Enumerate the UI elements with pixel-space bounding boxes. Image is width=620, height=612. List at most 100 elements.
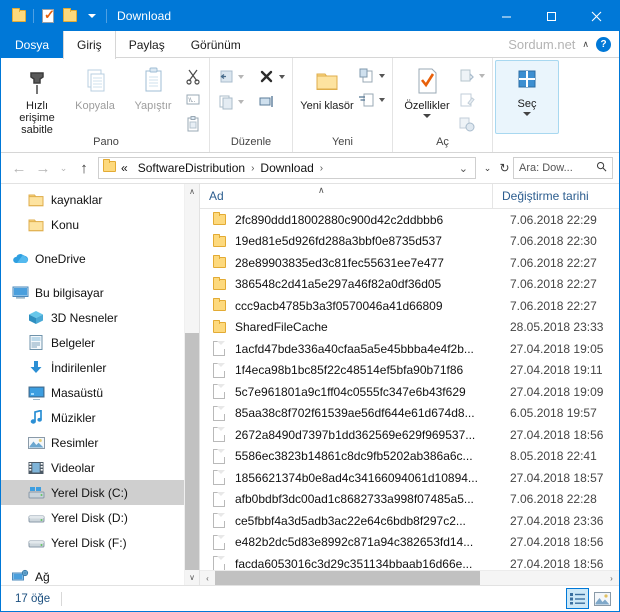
properties-dropdown-icon[interactable] (423, 114, 431, 118)
sidebar-item-label: Masaüstü (51, 385, 104, 400)
paste-shortcut-icon (184, 115, 202, 133)
scroll-track[interactable] (185, 199, 199, 570)
sidebar-item-i-ndirilenler[interactable]: İndirilenler (1, 355, 184, 380)
refresh-icon[interactable]: ↻ (496, 156, 513, 180)
hscroll-right-button[interactable]: › (604, 571, 619, 585)
sidebar-item-videolar[interactable]: Videolar (1, 455, 184, 480)
back-button[interactable]: ← (7, 156, 31, 180)
table-row[interactable]: 2fc890ddd18002880c900d42c2ddbbb6 7.06.201… (200, 209, 619, 231)
copy-button-label: Kopyala (75, 100, 115, 112)
address-history-icon[interactable]: ⌄ (479, 156, 496, 180)
new-item-button[interactable] (356, 65, 387, 87)
breadcrumb-item-download[interactable]: Download (259, 161, 314, 175)
breadcrumb[interactable]: « SoftwareDistribution › Download › ⌄ (98, 157, 476, 179)
forward-button[interactable]: → (31, 156, 55, 180)
search-icon[interactable] (596, 159, 607, 177)
move-to-button[interactable] (215, 66, 246, 88)
table-row[interactable]: facda6053016c3d29c351134bbaab16d66e... 27… (200, 553, 619, 570)
history-button[interactable] (456, 113, 487, 135)
hscroll-left-button[interactable]: ‹ (200, 571, 215, 585)
details-view-button[interactable] (566, 588, 589, 609)
new-folder-button[interactable]: Yeni klasör (298, 63, 356, 112)
table-row[interactable]: 28e89903835ed3c81fec55631ee7e477 7.06.201… (200, 252, 619, 274)
table-row[interactable]: 1acfd47bde336a40cfaa5a5e45bbba4e4f2b... 2… (200, 338, 619, 360)
breadcrumb-item-softwaredistribution[interactable]: SoftwareDistribution (137, 161, 246, 175)
large-icons-view-button[interactable] (591, 588, 614, 609)
scroll-thumb[interactable] (185, 332, 199, 570)
table-row[interactable]: 386548c2d41a5e297a46f82a0df36d05 7.06.201… (200, 274, 619, 296)
rename-button[interactable] (256, 91, 278, 113)
hscroll-track[interactable] (215, 571, 604, 585)
sidebar-item-m-zikler[interactable]: Müzikler (1, 405, 184, 430)
search-input[interactable]: Ara: Dow... (513, 157, 613, 179)
tab-dosya[interactable]: Dosya (1, 31, 64, 58)
easy-access-button[interactable] (356, 89, 387, 111)
column-header-date[interactable]: Değiştirme tarihi (492, 183, 619, 209)
table-row[interactable]: ccc9acb4785b3a3f0570046a41d66809 7.06.201… (200, 295, 619, 317)
sidebar-item-onedrive[interactable]: OneDrive (1, 246, 184, 271)
scroll-down-button[interactable]: ∨ (185, 570, 199, 585)
copy-to-button[interactable] (215, 91, 246, 113)
minimize-button[interactable] (484, 1, 529, 31)
select-dropdown-icon[interactable] (523, 112, 531, 116)
network-icon (11, 568, 29, 586)
table-row[interactable]: 5586ec3823b14861c8dc9fb5202ab386a6c... 8.… (200, 446, 619, 468)
sidebar-item-yerel-disk-d[interactable]: Yerel Disk (D:) (1, 505, 184, 530)
delete-button[interactable] (256, 66, 287, 88)
sidebar-item-a[interactable]: Ağ (1, 564, 184, 585)
table-row[interactable]: afb0bdbf3dc00ad1c8682733a998f07485a5... 7… (200, 489, 619, 511)
tab-paylas[interactable]: Paylaş (116, 31, 178, 58)
sidebar-item-konu[interactable]: Konu (1, 212, 184, 237)
cut-button[interactable] (182, 65, 204, 87)
sidebar-item-belgeler[interactable]: Belgeler (1, 330, 184, 355)
table-row[interactable]: 85aa38c8f702f61539ae56df644e61d674d8... 6… (200, 403, 619, 425)
paste-shortcut-button[interactable] (182, 113, 204, 135)
table-row[interactable]: 1856621374b0e8ad4c34166094061d10894... 27… (200, 467, 619, 489)
copy-button[interactable]: Kopyala (66, 63, 124, 112)
folder-icon[interactable] (8, 5, 30, 27)
table-row[interactable]: 19ed81e5d926fd288a3bbf0e8735d537 7.06.201… (200, 231, 619, 253)
table-row[interactable]: ce5fbbf4a3d5adb3ac22e64c6bdb8f297c2... 27… (200, 510, 619, 532)
breadcrumb-dropdown-icon[interactable]: ⌄ (454, 162, 473, 175)
select-button[interactable]: Seç (498, 61, 556, 116)
pin-to-quick-access-button[interactable]: Hızlı erişime sabitle (8, 63, 66, 136)
help-icon[interactable]: ? (596, 36, 611, 52)
sidebar-item-yerel-disk-c[interactable]: Yerel Disk (C:) (1, 480, 184, 505)
table-row[interactable]: 2672a8490d7397b1dd362569e629f969537... 27… (200, 424, 619, 446)
table-row[interactable]: SharedFileCache 28.05.2018 23:33 (200, 317, 619, 339)
properties-button[interactable]: Özellikler (398, 63, 456, 118)
collapse-ribbon-icon[interactable]: ∧ (582, 39, 589, 50)
customize-dropdown-icon[interactable] (81, 5, 103, 27)
breadcrumb-overflow[interactable]: « (120, 161, 129, 175)
sidebar-item-kaynaklar[interactable]: kaynaklar (1, 187, 184, 212)
paste-button[interactable]: Yapıştır (124, 63, 182, 112)
file-list-hscrollbar[interactable]: ‹ › (200, 570, 619, 585)
folder-icon (209, 212, 229, 226)
tab-giris[interactable]: Giriş (63, 31, 116, 59)
column-header-name-label: Ad (209, 189, 224, 203)
navigation-scrollbar[interactable]: ∧ ∨ (184, 184, 199, 585)
maximize-button[interactable] (529, 1, 574, 31)
up-button[interactable]: ↑ (72, 156, 96, 180)
sidebar-item-3d-nesneler[interactable]: 3D Nesneler (1, 305, 184, 330)
sidebar-item-masa-st[interactable]: Masaüstü (1, 380, 184, 405)
edit-button[interactable] (456, 89, 487, 111)
tab-gorunum[interactable]: Görünüm (178, 31, 254, 58)
scroll-up-button[interactable]: ∧ (185, 184, 199, 199)
recent-locations-button[interactable]: ⌄ (55, 156, 72, 180)
open-button[interactable] (456, 65, 487, 87)
properties-icon[interactable] (37, 5, 59, 27)
copy-path-button[interactable]: \\.. (182, 89, 204, 111)
sidebar-item-bu-bilgisayar[interactable]: Bu bilgisayar (1, 280, 184, 305)
close-button[interactable] (574, 1, 619, 31)
sidebar-item-resimler[interactable]: Resimler (1, 430, 184, 455)
hscroll-thumb[interactable] (215, 571, 480, 585)
table-row[interactable]: 5c7e961801a9c1ff04c0555fc347e6b43f629 27.… (200, 381, 619, 403)
onedrive-icon (11, 250, 29, 268)
table-row[interactable]: 1f4eca98b1bc85f22c48514ef5bfa90b71f86 27.… (200, 360, 619, 382)
sidebar-item-yerel-disk-f[interactable]: Yerel Disk (F:) (1, 530, 184, 555)
column-header-name[interactable]: Ad ∧ (200, 184, 492, 209)
folder-icon (209, 276, 229, 290)
table-row[interactable]: e482b2dc5d83e8992c871a94c382653fd14... 27… (200, 532, 619, 554)
new-folder-icon[interactable] (59, 5, 81, 27)
